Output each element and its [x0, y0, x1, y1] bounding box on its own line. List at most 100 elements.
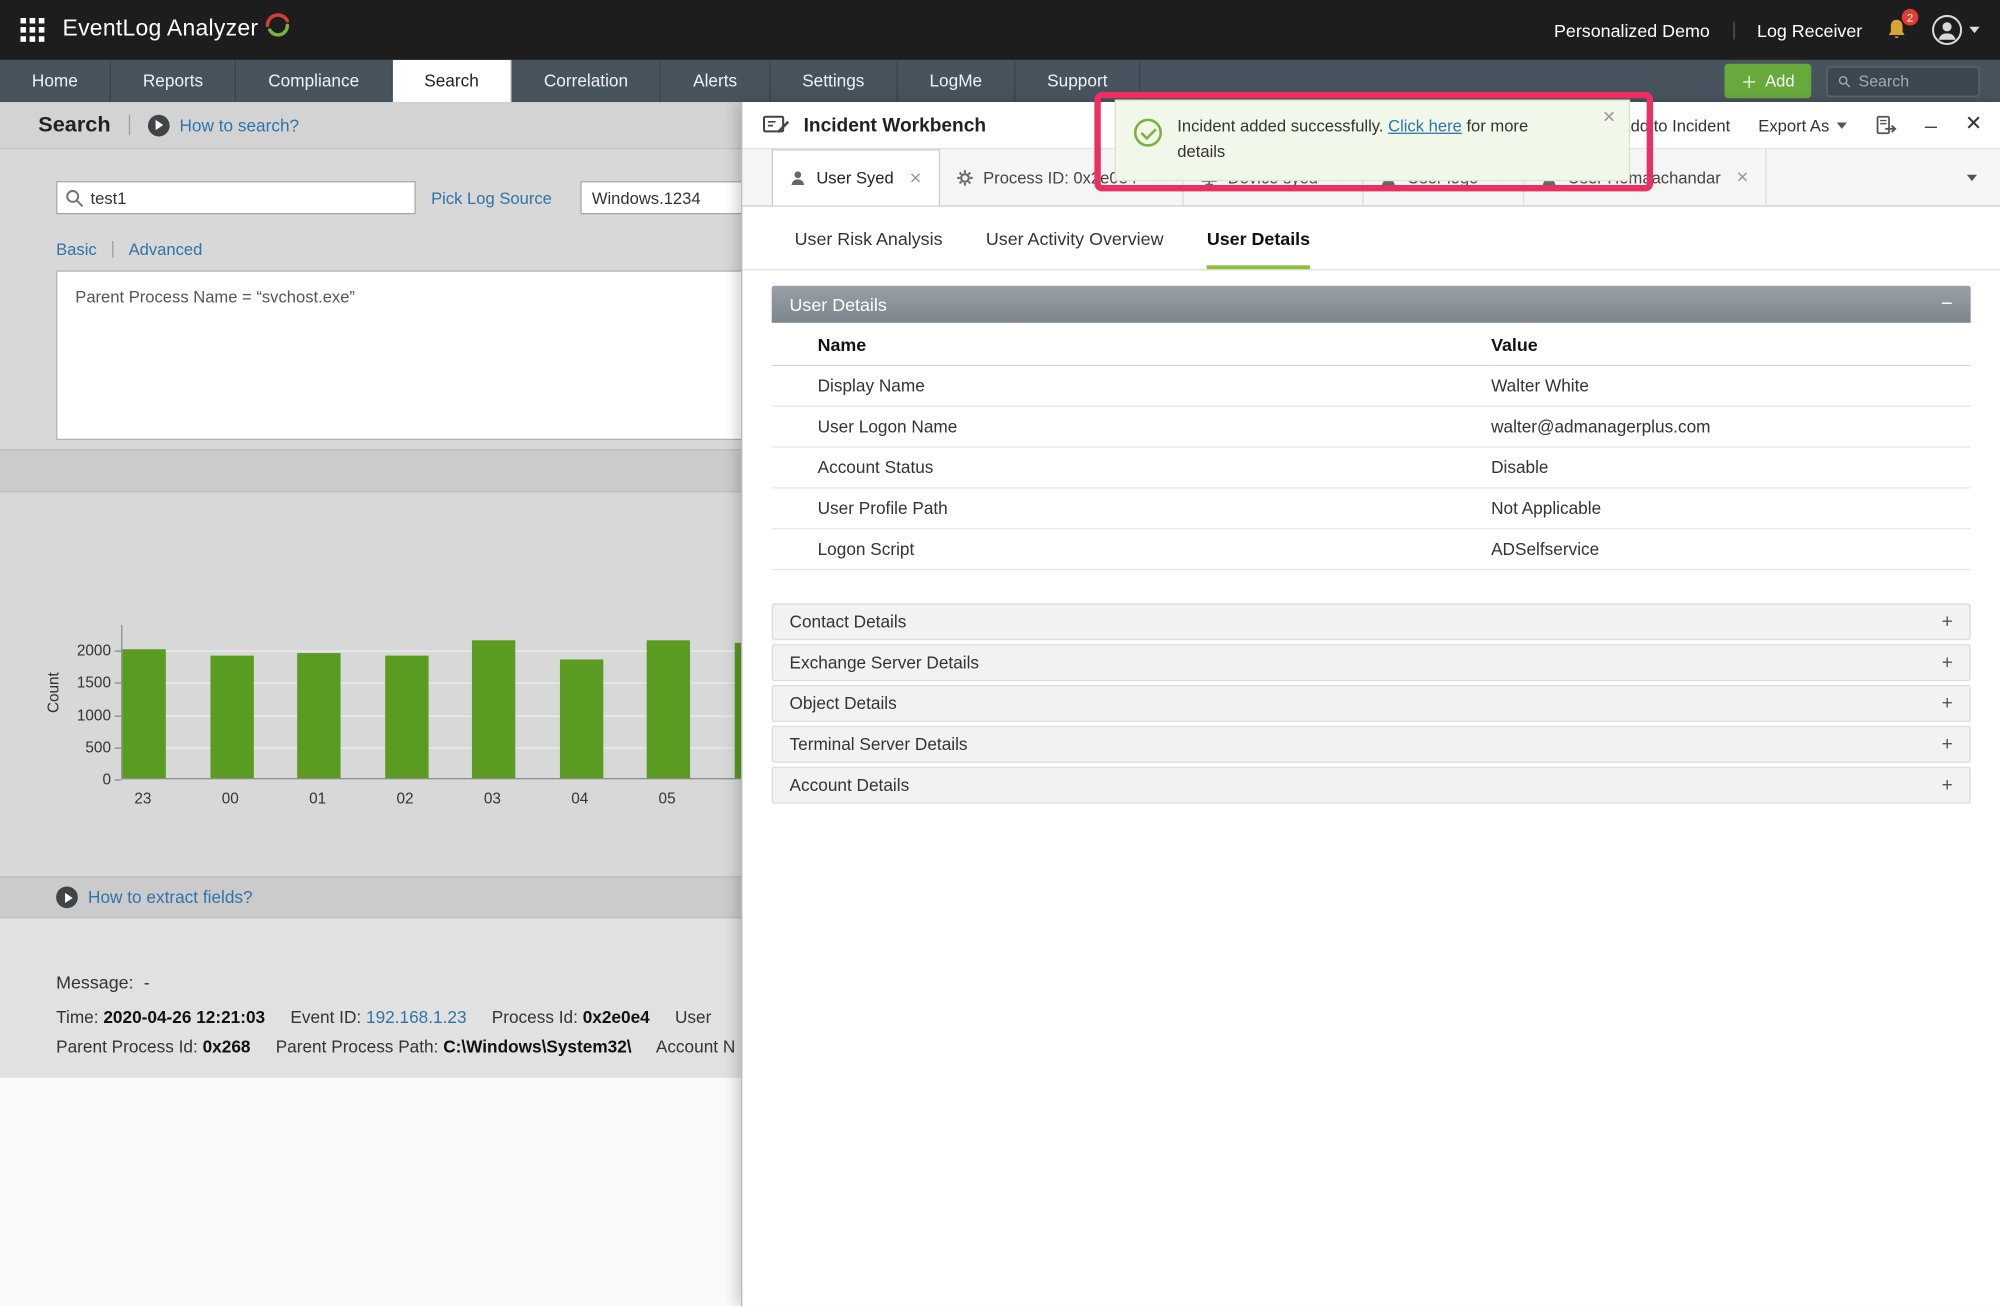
chart-x-tick-label: 04	[554, 790, 605, 808]
pick-log-source-link[interactable]: Pick Log Source	[431, 189, 552, 208]
chart-x-tick-label: 01	[292, 790, 343, 808]
chart-x-tick-label: 03	[467, 790, 518, 808]
product-name: EventLog Analyzer	[62, 15, 258, 42]
column-header-name: Name	[772, 323, 1491, 366]
accordion-object-details[interactable]: Object Details+	[772, 685, 1971, 722]
export-as-dropdown[interactable]: Export As	[1758, 115, 1847, 134]
expand-icon[interactable]: +	[1942, 653, 1953, 672]
accordion-terminal-server-details[interactable]: Terminal Server Details+	[772, 726, 1971, 763]
export-report-icon[interactable]	[1875, 114, 1897, 136]
subtab-user-risk-analysis[interactable]: User Risk Analysis	[795, 207, 943, 269]
subtab-user-activity-overview[interactable]: User Activity Overview	[986, 207, 1164, 269]
chart-bar-04	[559, 659, 602, 778]
toast-message: Incident added successfully. Click here …	[1177, 114, 1549, 165]
tab-close-icon[interactable]: ✕	[1736, 168, 1749, 186]
table-row: User Profile PathNot Applicable	[772, 488, 1971, 529]
nav-tab-alerts[interactable]: Alerts	[661, 60, 770, 102]
chart-tick	[115, 779, 121, 780]
basic-mode-link[interactable]: Basic	[56, 240, 97, 259]
user-details-section-header[interactable]: User Details −	[772, 286, 1971, 323]
expand-icon[interactable]: +	[1942, 776, 1953, 795]
event-id-link[interactable]: 192.168.1.23	[366, 1008, 467, 1027]
accordion-list: Contact Details+ Exchange Server Details…	[772, 603, 1971, 803]
truncated-field: User	[675, 1008, 711, 1027]
advanced-mode-link[interactable]: Advanced	[129, 240, 203, 259]
parent-process-id-label: Parent Process Id:	[56, 1037, 198, 1056]
chart-y-tick-label: 1000	[60, 706, 111, 724]
chart-bar-02	[385, 656, 428, 778]
user-avatar-icon	[1931, 14, 1963, 46]
workbench-subtabs: User Risk Analysis User Activity Overvie…	[742, 207, 2000, 271]
workbench-tab-user-syed[interactable]: User Syed ✕	[772, 149, 940, 205]
success-check-icon	[1134, 119, 1162, 147]
search-query-input[interactable]	[91, 182, 412, 213]
topbar-divider	[1733, 21, 1734, 39]
app-window: EventLog Analyzer Personalized Demo Log …	[0, 0, 2000, 1306]
page-title: Search	[38, 112, 110, 138]
expand-icon[interactable]: +	[1942, 735, 1953, 754]
table-row: Display NameWalter White	[772, 365, 1971, 406]
nav-tab-logme[interactable]: LogMe	[898, 60, 1016, 102]
workbench-title: Incident Workbench	[804, 114, 986, 136]
nav-tab-support[interactable]: Support	[1015, 60, 1140, 102]
chart-x-tick-label: 02	[379, 790, 430, 808]
parent-process-path-value: C:\Windows\System32\	[443, 1037, 631, 1056]
expand-icon[interactable]: +	[1942, 694, 1953, 713]
chart-bar-00	[210, 656, 253, 778]
parent-process-id-value: 0x268	[203, 1037, 251, 1056]
global-search-box[interactable]	[1827, 66, 1980, 97]
table-row: Account StatusDisable	[772, 447, 1971, 488]
chart-bar-05	[647, 640, 690, 778]
notification-count-badge: 2	[1902, 9, 1919, 26]
nav-tab-reports[interactable]: Reports	[111, 60, 236, 102]
app-launcher-grid-icon[interactable]	[20, 18, 44, 42]
search-query-field[interactable]	[56, 181, 416, 214]
nav-tab-compliance[interactable]: Compliance	[236, 60, 392, 102]
toast-click-here-link[interactable]: Click here	[1388, 116, 1462, 135]
how-to-search-link[interactable]: How to search?	[148, 114, 300, 136]
user-menu[interactable]	[1931, 14, 1979, 46]
accordion-account-details[interactable]: Account Details+	[772, 767, 1971, 804]
chart-tick	[115, 683, 121, 684]
chart-tick	[115, 747, 121, 748]
tab-close-icon[interactable]: ✕	[909, 169, 922, 187]
message-value: -	[144, 972, 150, 992]
bar-chart-plot	[121, 625, 784, 779]
nav-tab-settings[interactable]: Settings	[770, 60, 897, 102]
chart-tick	[115, 715, 121, 716]
global-search-input[interactable]	[1859, 72, 1969, 90]
subtab-user-details[interactable]: User Details	[1207, 207, 1310, 269]
chart-y-tick-label: 2000	[60, 642, 111, 660]
collapse-icon[interactable]: −	[1941, 294, 1953, 314]
chevron-down-icon	[1837, 122, 1847, 128]
process-id-label: Process Id:	[492, 1008, 578, 1027]
process-id-value: 0x2e0e4	[583, 1008, 650, 1027]
chart-x-tick-label: 00	[205, 790, 256, 808]
add-to-incident-button[interactable]: Add to Incident	[1620, 115, 1731, 134]
minimize-button[interactable]: –	[1925, 114, 1937, 136]
add-button[interactable]: ＋ Add	[1724, 64, 1811, 98]
chart-x-tick-label: 23	[117, 790, 168, 808]
search-icon	[1838, 73, 1851, 88]
product-logo: EventLog Analyzer	[62, 15, 290, 44]
tab-overflow-dropdown[interactable]	[1944, 149, 2000, 205]
close-icon[interactable]: ✕	[1965, 115, 1982, 135]
chevron-down-icon	[1967, 174, 1977, 180]
accordion-exchange-server-details[interactable]: Exchange Server Details+	[772, 644, 1971, 681]
accordion-contact-details[interactable]: Contact Details+	[772, 603, 1971, 640]
toast-close-icon[interactable]: ✕	[1602, 107, 1616, 127]
workbench-content: User Details − Name Value Display NameWa…	[742, 270, 2000, 803]
chart-y-tick-label: 1500	[60, 674, 111, 692]
chevron-down-icon	[1969, 27, 1979, 33]
nav-tab-search[interactable]: Search	[392, 60, 512, 102]
notifications-bell-icon[interactable]: 2	[1885, 18, 1908, 42]
success-toast: Incident added successfully. Click here …	[1115, 99, 1630, 181]
brand-swoosh-icon	[262, 10, 290, 44]
expand-icon[interactable]: +	[1942, 612, 1953, 631]
nav-tab-correlation[interactable]: Correlation	[512, 60, 661, 102]
nav-tab-home[interactable]: Home	[0, 60, 111, 102]
how-to-extract-fields-link[interactable]: How to extract fields?	[56, 886, 253, 908]
time-value: 2020-04-26 12:21:03	[103, 1008, 265, 1027]
chart-y-tick-label: 0	[60, 770, 111, 788]
log-receiver-link[interactable]: Log Receiver	[1757, 20, 1862, 40]
